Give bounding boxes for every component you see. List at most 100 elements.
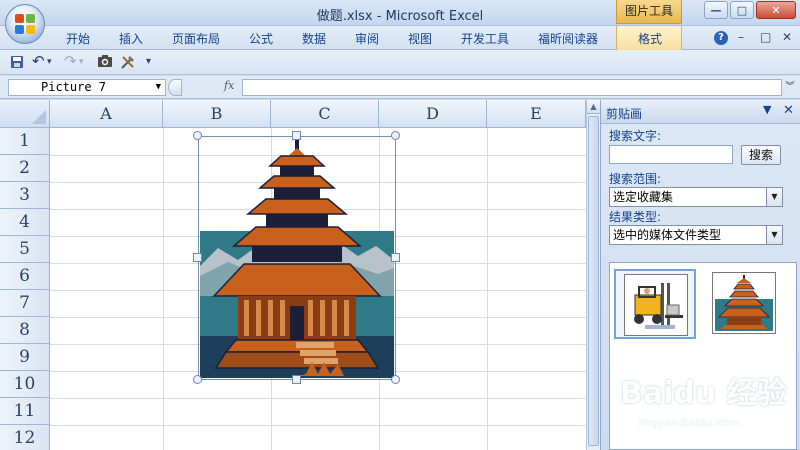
tab-home[interactable]: 开始	[66, 30, 90, 47]
formula-bar: Picture 7 ▼ fx ︾	[0, 76, 800, 99]
customize-qat-icon[interactable]: ▾	[146, 56, 151, 71]
gridline	[50, 425, 586, 426]
result-type-select[interactable]: 选中的媒体文件类型 ▼	[609, 225, 783, 245]
row-header-10[interactable]: 10	[0, 371, 50, 398]
undo-icon[interactable]: ↶	[32, 52, 45, 70]
result-type-value: 选中的媒体文件类型	[613, 228, 722, 242]
row-header-3[interactable]: 3	[0, 182, 50, 209]
gridline	[163, 128, 164, 450]
pane-options-chevron-down-icon[interactable]: ▼	[763, 103, 771, 116]
vertical-scrollbar[interactable]: ▲	[586, 100, 600, 450]
resize-handle-top-left[interactable]	[193, 131, 202, 140]
column-header-b[interactable]: B	[163, 100, 271, 128]
thumb-frame	[712, 272, 776, 334]
pane-close-icon[interactable]: ✕	[783, 103, 794, 118]
clip-art-pane-title: 剪贴画	[606, 107, 643, 121]
search-text-label: 搜索文字:	[609, 129, 662, 143]
resize-handle-bottom[interactable]	[292, 375, 301, 384]
forklift-clipart-icon	[627, 279, 685, 331]
insert-function-button[interactable]: fx	[224, 79, 234, 92]
gridline	[50, 398, 586, 399]
search-button[interactable]: 搜索	[741, 145, 781, 165]
resize-handle-bottom-right[interactable]	[391, 375, 400, 384]
column-header-c[interactable]: C	[271, 100, 379, 128]
ribbon-minimize-icon[interactable]: –	[738, 30, 744, 44]
close-button[interactable]: ✕	[756, 1, 796, 19]
formula-expand-handle[interactable]	[168, 79, 182, 96]
tab-foxit-reader[interactable]: 福昕阅读器	[538, 30, 598, 47]
resize-handle-top[interactable]	[292, 131, 301, 140]
ribbon-tabs: 开始 插入 页面布局 公式 数据 审阅 视图 开发工具 福昕阅读器 格式 ? –…	[0, 26, 800, 50]
redo-dropdown-icon[interactable]: ▾	[79, 57, 84, 72]
result-item-forklift[interactable]	[614, 269, 696, 339]
column-header-e[interactable]: E	[487, 100, 586, 128]
select-all-triangle-icon	[32, 110, 46, 124]
picture-tools-context-label: 图片工具	[616, 0, 682, 24]
redo-icon[interactable]: ↷	[64, 52, 77, 70]
search-input[interactable]	[609, 145, 733, 164]
undo-dropdown-icon[interactable]: ▾	[47, 57, 52, 72]
name-box-value: Picture 7	[41, 80, 107, 94]
save-icon[interactable]	[10, 55, 24, 70]
scroll-up-icon[interactable]: ▲	[587, 100, 600, 114]
tab-format[interactable]: 格式	[616, 26, 682, 50]
clip-art-pane: 剪贴画 ▼ ✕ 搜索文字: 搜索 搜索范围: 选定收藏集 ▼ 结果类型: 选中的…	[600, 100, 800, 450]
ribbon-restore-icon[interactable]: □	[760, 30, 771, 44]
window-controls: — □ ✕	[704, 1, 796, 19]
excel-window: 做题.xlsx - Microsoft Excel 图片工具 — □ ✕ 开始 …	[0, 0, 800, 450]
row-header-2[interactable]: 2	[0, 155, 50, 182]
clip-art-pane-header: 剪贴画 ▼ ✕	[601, 100, 800, 124]
result-item-pagoda[interactable]	[704, 269, 786, 339]
name-box-dropdown-icon[interactable]: ▼	[156, 80, 161, 95]
formula-bar-expand-icon[interactable]: ︾	[784, 79, 796, 96]
ribbon-close-icon[interactable]: ✕	[782, 30, 792, 44]
gridline	[487, 128, 488, 450]
tab-format-label: 格式	[637, 32, 662, 46]
pagoda-clipart-icon	[715, 275, 773, 331]
chevron-down-icon[interactable]: ▼	[766, 226, 782, 244]
tab-developer[interactable]: 开发工具	[461, 30, 509, 47]
resize-handle-top-right[interactable]	[391, 131, 400, 140]
result-type-label: 结果类型:	[609, 210, 662, 224]
maximize-button[interactable]: □	[730, 1, 754, 19]
column-header-a[interactable]: A	[50, 100, 163, 128]
thumb-frame	[624, 274, 688, 336]
search-scope-value: 选定收藏集	[613, 190, 674, 204]
resize-handle-left[interactable]	[193, 253, 202, 262]
row-header-4[interactable]: 4	[0, 209, 50, 236]
camera-icon[interactable]	[97, 54, 113, 69]
scroll-thumb[interactable]	[588, 116, 599, 446]
row-header-7[interactable]: 7	[0, 290, 50, 317]
row-header-9[interactable]: 9	[0, 344, 50, 371]
tab-page-layout[interactable]: 页面布局	[172, 30, 220, 47]
tab-data[interactable]: 数据	[302, 30, 326, 47]
office-logo-icon	[15, 14, 35, 34]
search-scope-label: 搜索范围:	[609, 172, 662, 186]
row-header-5[interactable]: 5	[0, 236, 50, 263]
help-icon[interactable]: ?	[714, 31, 728, 45]
picture-selection-border	[198, 136, 396, 380]
minimize-button[interactable]: —	[704, 1, 728, 19]
row-header-1[interactable]: 1	[0, 128, 50, 155]
name-box[interactable]: Picture 7 ▼	[8, 79, 166, 96]
formula-controls: fx	[168, 79, 238, 96]
office-button[interactable]	[5, 4, 45, 44]
search-scope-select[interactable]: 选定收藏集 ▼	[609, 187, 783, 207]
tab-view[interactable]: 视图	[408, 30, 432, 47]
chevron-down-icon[interactable]: ▼	[766, 188, 782, 206]
tab-formulas[interactable]: 公式	[249, 30, 273, 47]
formula-input[interactable]	[242, 79, 782, 96]
selected-picture[interactable]	[193, 131, 400, 384]
resize-handle-bottom-left[interactable]	[193, 375, 202, 384]
row-header-6[interactable]: 6	[0, 263, 50, 290]
column-header-d[interactable]: D	[379, 100, 487, 128]
tab-review[interactable]: 审阅	[355, 30, 379, 47]
select-all-button[interactable]	[0, 100, 50, 128]
resize-handle-right[interactable]	[391, 253, 400, 262]
row-header-11[interactable]: 11	[0, 398, 50, 425]
row-header-12[interactable]: 12	[0, 425, 50, 450]
tab-insert[interactable]: 插入	[119, 30, 143, 47]
row-header-8[interactable]: 8	[0, 317, 50, 344]
title-bar: 做题.xlsx - Microsoft Excel 图片工具 — □ ✕	[0, 0, 800, 26]
tools-icon[interactable]	[120, 54, 136, 69]
